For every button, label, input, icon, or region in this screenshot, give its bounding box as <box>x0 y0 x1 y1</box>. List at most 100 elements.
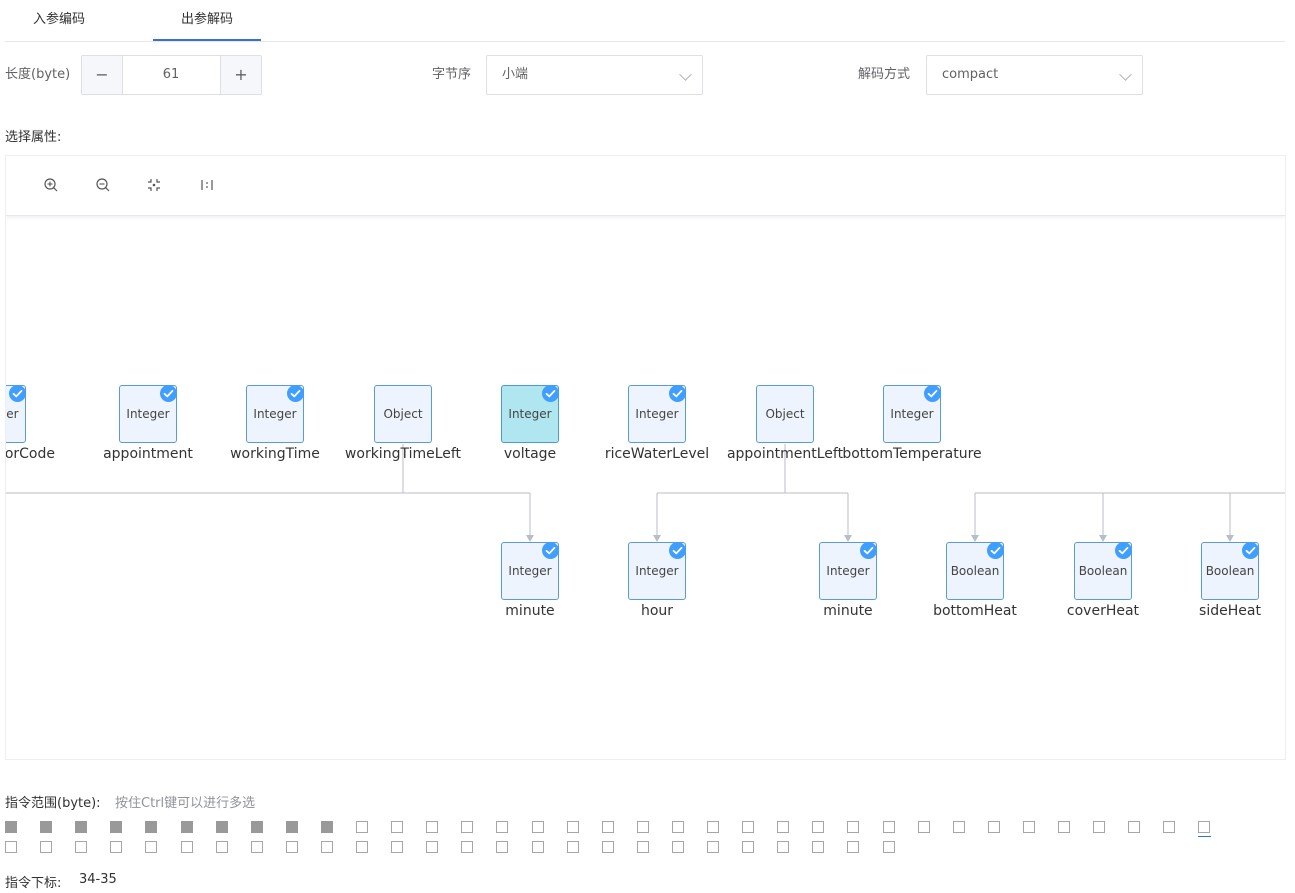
attribute-graph-panel[interactable]: IntegerorCodeIntegerappointmentIntegerwo… <box>5 155 1286 760</box>
attribute-node[interactable]: Integer <box>819 542 877 600</box>
command-index-value: 34-35 <box>79 872 117 887</box>
check-circle-icon <box>287 385 304 402</box>
byte-square[interactable] <box>391 841 404 853</box>
byte-square[interactable] <box>531 841 544 853</box>
byte-square[interactable] <box>707 841 719 853</box>
byte-square[interactable] <box>391 821 404 833</box>
byte-square[interactable] <box>426 821 439 833</box>
attribute-node[interactable]: Integer <box>628 542 686 600</box>
byte-square[interactable] <box>145 841 158 853</box>
byte-square[interactable] <box>777 821 790 833</box>
byte-square[interactable] <box>145 821 158 833</box>
byte-square[interactable] <box>566 821 579 833</box>
attribute-node[interactable]: Boolean <box>1074 542 1132 600</box>
byte-square[interactable] <box>671 821 684 833</box>
byte-square[interactable] <box>496 821 509 833</box>
attribute-node[interactable]: Integer <box>246 385 304 443</box>
attribute-node[interactable]: Integer <box>119 385 177 443</box>
byte-square[interactable] <box>882 841 895 853</box>
byte-square[interactable] <box>601 841 614 853</box>
byte-square[interactable] <box>812 821 825 833</box>
byte-square[interactable] <box>180 841 193 853</box>
byte-square[interactable] <box>356 841 368 853</box>
byte-square[interactable] <box>285 821 298 833</box>
byte-square[interactable] <box>566 841 579 853</box>
byte-square[interactable] <box>777 841 790 853</box>
attribute-node[interactable]: Boolean <box>946 542 1004 600</box>
node-type: Object <box>383 407 423 421</box>
check-circle-icon <box>924 385 941 402</box>
byte-square[interactable] <box>707 821 719 833</box>
increment-button[interactable]: + <box>220 56 261 94</box>
decode-method-value: compact <box>942 67 999 82</box>
attribute-node[interactable]: Object <box>756 385 814 443</box>
byte-square[interactable] <box>1022 821 1035 833</box>
check-circle-icon <box>542 542 559 559</box>
byte-square[interactable] <box>5 841 17 853</box>
chevron-down-icon <box>679 68 692 81</box>
attribute-node[interactable]: Integer <box>6 385 26 443</box>
byte-square[interactable] <box>285 841 298 853</box>
byte-square[interactable] <box>5 821 17 833</box>
attribute-node[interactable]: Integer <box>883 385 941 443</box>
check-circle-icon <box>9 385 26 402</box>
byte-square[interactable] <box>531 821 544 833</box>
byte-square[interactable] <box>1093 821 1106 833</box>
byte-square[interactable] <box>426 841 439 853</box>
byte-square[interactable] <box>215 841 228 853</box>
byte-square[interactable] <box>847 841 860 853</box>
byte-square[interactable] <box>847 821 860 833</box>
attribute-node[interactable]: Boolean <box>1201 542 1259 600</box>
byte-square[interactable] <box>40 841 53 853</box>
byte-square[interactable] <box>320 841 333 853</box>
multi-select-hint: 按住Ctrl键可以进行多选 <box>115 796 256 811</box>
byte-square[interactable] <box>461 841 474 853</box>
attribute-node[interactable]: Object <box>374 385 432 443</box>
node-label: bottomTemperature <box>842 446 982 462</box>
chevron-down-icon <box>1119 68 1132 81</box>
byte-square[interactable] <box>636 821 649 833</box>
check-circle-icon <box>542 385 559 402</box>
byte-square[interactable] <box>496 841 509 853</box>
byte-square[interactable] <box>882 821 895 833</box>
byte-square[interactable] <box>1163 821 1176 833</box>
byte-square[interactable] <box>742 841 755 853</box>
attribute-node[interactable]: Integer <box>501 385 559 443</box>
byte-square[interactable] <box>250 821 263 833</box>
byte-square[interactable] <box>110 821 123 833</box>
command-index-label: 指令下标: <box>5 876 62 891</box>
check-circle-icon <box>669 542 686 559</box>
decode-method-select[interactable]: compact <box>926 55 1143 95</box>
byte-order-value: 小端 <box>502 67 529 82</box>
attribute-node[interactable]: Integer <box>628 385 686 443</box>
byte-square[interactable] <box>917 821 930 833</box>
decrement-button[interactable]: − <box>82 56 123 94</box>
byte-square[interactable] <box>987 821 1000 833</box>
byte-square[interactable] <box>601 821 614 833</box>
check-circle-icon <box>1242 542 1259 559</box>
byte-square[interactable] <box>1128 821 1141 833</box>
tab-output-decode[interactable]: 出参解码 <box>153 0 261 40</box>
byte-square[interactable] <box>636 841 649 853</box>
byte-square[interactable] <box>1198 821 1211 833</box>
byte-square[interactable] <box>75 821 88 833</box>
active-tab-indicator <box>153 39 261 41</box>
byte-square[interactable] <box>40 821 53 833</box>
byte-square[interactable] <box>671 841 684 853</box>
byte-square[interactable] <box>356 821 368 833</box>
byte-square[interactable] <box>110 841 123 853</box>
byte-square[interactable] <box>1058 821 1070 833</box>
byte-order-select[interactable]: 小端 <box>486 55 703 95</box>
attribute-node[interactable]: Integer <box>501 542 559 600</box>
byte-square[interactable] <box>812 841 825 853</box>
byte-square[interactable] <box>320 821 333 833</box>
byte-square[interactable] <box>742 821 755 833</box>
byte-square[interactable] <box>180 821 193 833</box>
byte-square[interactable] <box>461 821 474 833</box>
byte-square[interactable] <box>215 821 228 833</box>
byte-square[interactable] <box>75 841 88 853</box>
tab-input-encode[interactable]: 入参编码 <box>5 0 113 40</box>
byte-square[interactable] <box>952 821 965 833</box>
byte-square[interactable] <box>250 841 263 853</box>
length-input[interactable] <box>123 56 219 94</box>
